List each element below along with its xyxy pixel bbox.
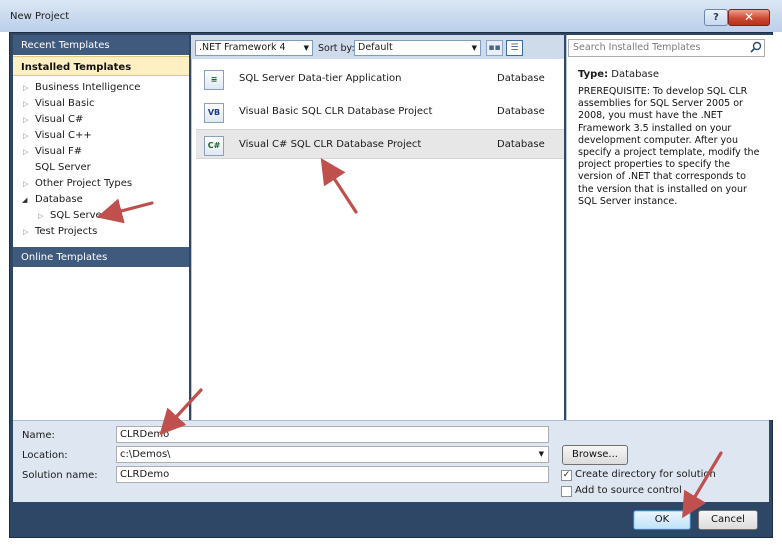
- name-label: Name:: [22, 430, 55, 441]
- small-icons-icon: ▪▪: [488, 43, 501, 53]
- source-control-checkbox[interactable]: [561, 486, 572, 497]
- source-control-label[interactable]: Add to source control: [575, 485, 682, 496]
- chevron-down-icon: ▼: [303, 44, 309, 52]
- tree-item-sql-server[interactable]: SQL Server: [13, 160, 189, 176]
- expand-triangle-icon[interactable]: ▷: [23, 96, 28, 112]
- template-description: PREREQUISITE: To develop SQL CLR assembl…: [578, 86, 760, 207]
- create-directory-checkbox[interactable]: ✓: [561, 470, 572, 481]
- tree-item-visual-csharp[interactable]: ▷ Visual C#: [13, 112, 189, 128]
- list-view-button[interactable]: ☰: [506, 40, 523, 56]
- tree-item-visual-cpp[interactable]: ▷ Visual C++: [13, 128, 189, 144]
- project-template-item[interactable]: VB Visual Basic SQL CLR Database Project…: [196, 97, 564, 127]
- small-icons-view-button[interactable]: ▪▪: [486, 40, 503, 56]
- tree-item-visual-fsharp[interactable]: ▷ Visual F#: [13, 144, 189, 160]
- data-tier-app-icon: ≡: [204, 70, 224, 90]
- expand-triangle-icon[interactable]: ▷: [23, 112, 28, 128]
- collapse-triangle-icon[interactable]: ◢: [22, 192, 27, 208]
- location-label: Location:: [22, 450, 68, 461]
- create-directory-label[interactable]: Create directory for solution: [575, 469, 716, 480]
- chevron-down-icon: ▼: [538, 450, 544, 458]
- solution-name-input[interactable]: CLRDemo: [116, 466, 549, 483]
- template-type: Type: Database: [578, 69, 659, 80]
- sort-by-select[interactable]: Default ▼: [354, 40, 481, 56]
- solution-name-label: Solution name:: [22, 470, 98, 481]
- chevron-down-icon: ▼: [471, 44, 477, 52]
- name-input[interactable]: CLRDemo: [116, 426, 549, 443]
- expand-triangle-icon[interactable]: ▷: [23, 128, 28, 144]
- vb-project-icon: VB: [204, 103, 224, 123]
- template-tree: ▷ Business Intelligence ▷ Visual Basic ▷ Vi…: [13, 80, 189, 240]
- checkmark-icon: ✓: [562, 470, 571, 480]
- close-button[interactable]: ✕: [728, 9, 770, 26]
- tree-item-test-projects[interactable]: ▷ Test Projects: [13, 224, 189, 240]
- tree-item-business-intelligence[interactable]: ▷ Business Intelligence: [13, 80, 189, 96]
- list-view-icon: ☰: [510, 43, 519, 53]
- expand-triangle-icon[interactable]: ▷: [23, 144, 28, 160]
- tree-item-database-sql-server[interactable]: ▷ SQL Server: [13, 208, 189, 224]
- window-title: New Project: [10, 11, 70, 22]
- cancel-button[interactable]: Cancel: [698, 510, 758, 530]
- project-template-item-selected[interactable]: C# Visual C# SQL CLR Database Project Da…: [196, 129, 564, 159]
- tree-item-other-project-types[interactable]: ▷ Other Project Types: [13, 176, 189, 192]
- tree-item-database[interactable]: ◢ Database: [13, 192, 189, 208]
- framework-select[interactable]: .NET Framework 4 ▼: [195, 40, 313, 56]
- tree-item-visual-basic[interactable]: ▷ Visual Basic: [13, 96, 189, 112]
- sort-by-label: Sort by:: [318, 43, 355, 54]
- help-button[interactable]: ?: [704, 9, 728, 26]
- installed-templates-header[interactable]: Installed Templates: [13, 56, 189, 76]
- recent-templates-header[interactable]: Recent Templates: [13, 35, 189, 55]
- ok-button[interactable]: OK: [633, 510, 691, 530]
- project-template-item[interactable]: ≡ SQL Server Data-tier Application Datab…: [196, 64, 564, 94]
- search-icon[interactable]: [750, 41, 762, 53]
- expand-triangle-icon[interactable]: ▷: [23, 80, 28, 96]
- expand-triangle-icon[interactable]: ▷: [23, 224, 28, 240]
- location-select[interactable]: c:\Demos\ ▼: [116, 446, 549, 463]
- expand-triangle-icon[interactable]: ▷: [23, 176, 28, 192]
- expand-triangle-icon[interactable]: ▷: [38, 208, 43, 224]
- browse-button[interactable]: Browse...: [562, 445, 628, 465]
- csharp-project-icon: C#: [204, 136, 224, 156]
- online-templates-header[interactable]: Online Templates: [13, 247, 189, 267]
- search-templates-input[interactable]: Search Installed Templates: [568, 39, 765, 57]
- title-bar: New Project ? ✕: [0, 0, 782, 32]
